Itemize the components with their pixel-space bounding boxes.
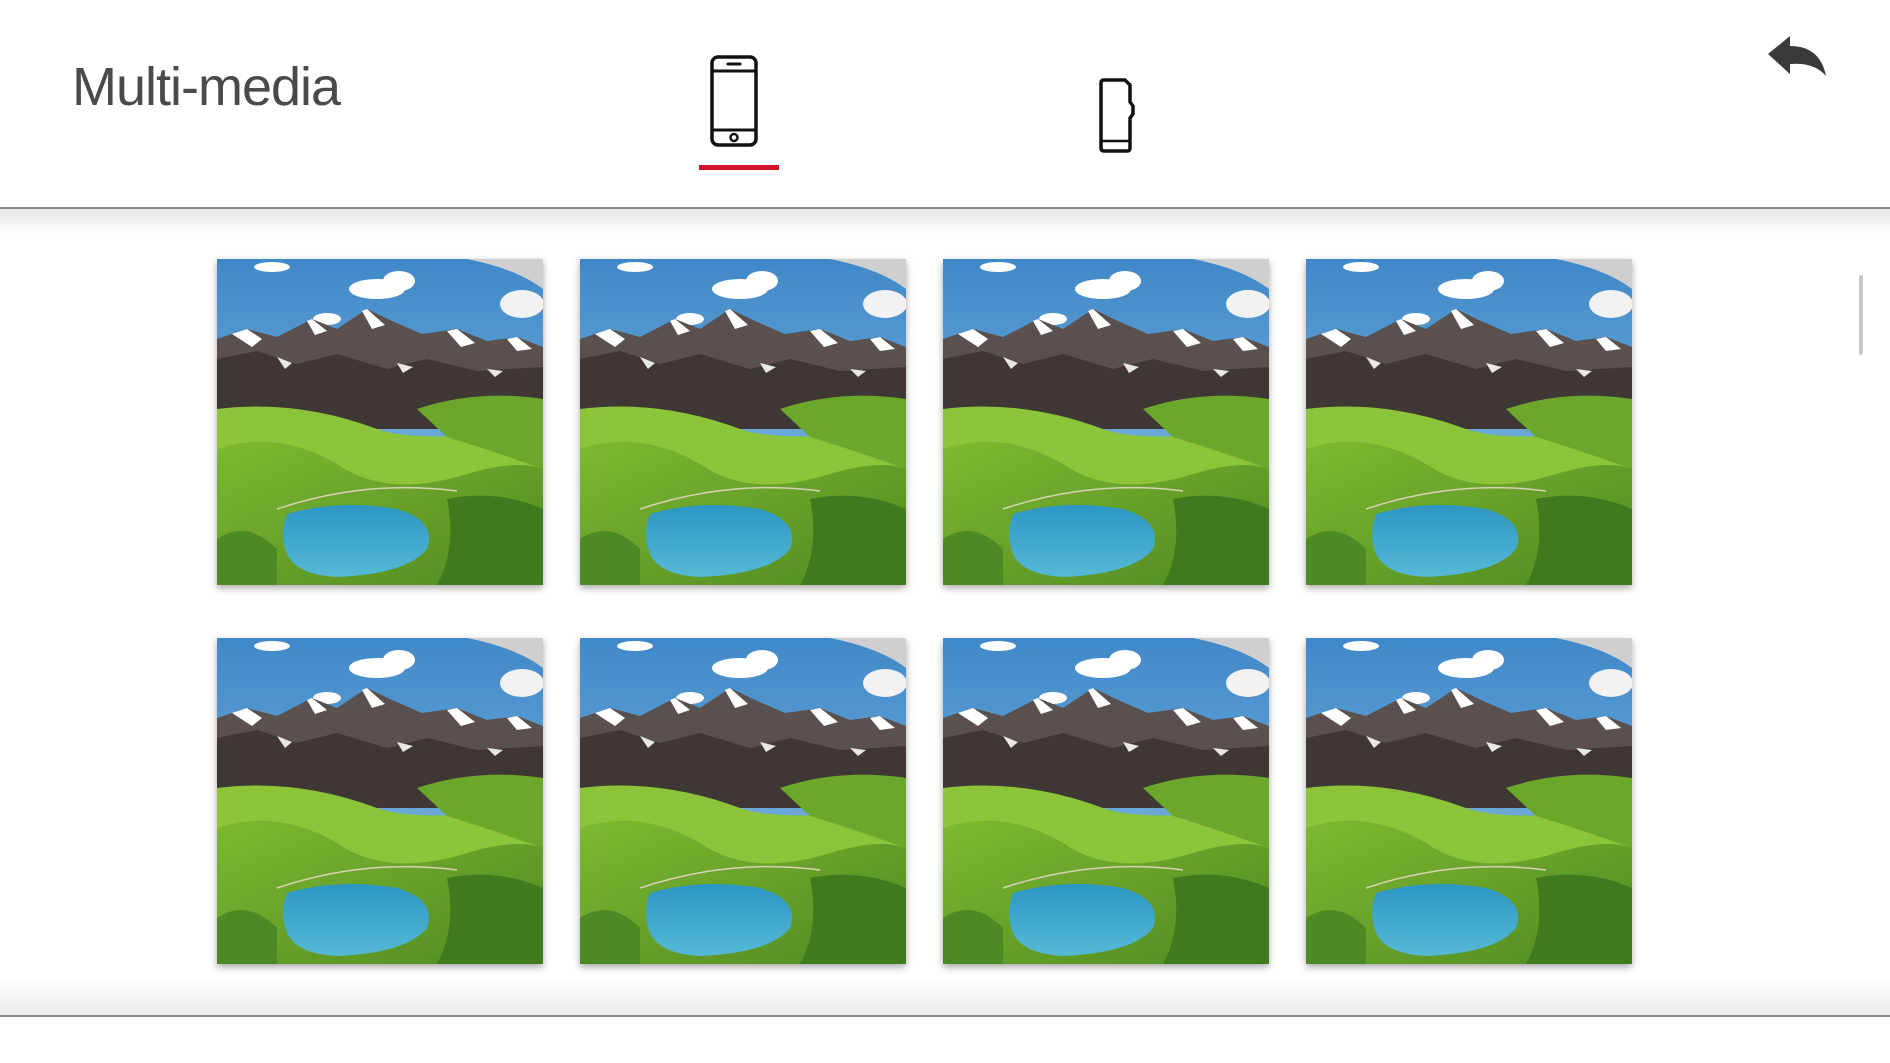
media-thumbnail[interactable] [943,259,1269,585]
page-title: Multi-media [72,57,341,117]
landscape-image [217,259,543,585]
landscape-image [1306,259,1632,585]
media-gallery-area [0,209,1890,1017]
header-bar: Multi-media [0,0,1890,209]
scrollbar[interactable] [1859,275,1863,355]
multimedia-screen: Multi-media [0,0,1890,1063]
media-thumbnail[interactable] [1306,638,1632,964]
landscape-image [217,638,543,964]
media-thumbnail[interactable] [943,638,1269,964]
back-arrow-icon [1768,36,1826,76]
back-button[interactable] [1764,32,1836,96]
media-thumbnail[interactable] [217,638,543,964]
landscape-image [580,638,906,964]
phone-icon [710,55,758,147]
media-thumbnail[interactable] [217,259,543,585]
landscape-image [580,259,906,585]
landscape-image [943,259,1269,585]
media-thumbnail[interactable] [1306,259,1632,585]
landscape-image [943,638,1269,964]
tab-phone[interactable] [699,54,805,172]
landscape-image [1306,638,1632,964]
media-grid [217,259,1632,964]
media-thumbnail[interactable] [580,638,906,964]
footer-bar [0,1017,1890,1063]
tab-sd-card[interactable] [1080,54,1176,172]
sd-card-icon [1099,78,1135,153]
media-thumbnail[interactable] [580,259,906,585]
tab-selected-indicator [699,165,779,170]
